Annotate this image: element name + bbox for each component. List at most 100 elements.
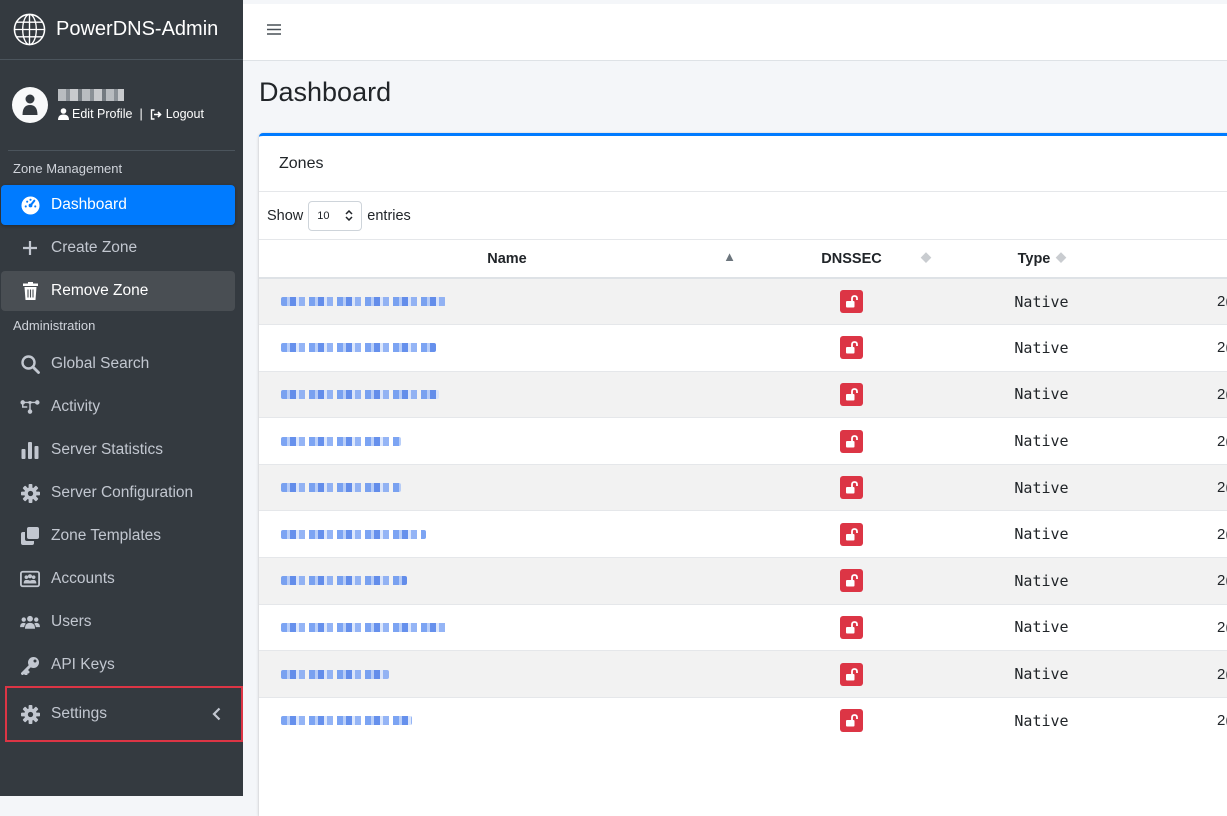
zone-name-link-redacted[interactable] (281, 716, 412, 726)
zone-type-cell: Native (949, 417, 1134, 465)
nav-item-api-keys[interactable]: API Keys (1, 645, 235, 685)
link-separator: | (139, 107, 143, 121)
dnssec-disabled-button[interactable] (840, 615, 863, 639)
dnssec-disabled-button[interactable] (840, 662, 863, 686)
page-length-select[interactable]: 10 (308, 200, 363, 231)
table-row: Native2( (259, 370, 1227, 418)
show-label: Show (267, 207, 304, 224)
nav-label: Create Zone (51, 239, 138, 256)
zone-type-cell: Native (949, 324, 1134, 372)
nav-label: Remove Zone (51, 282, 149, 299)
dnssec-disabled-button[interactable] (840, 709, 863, 733)
unlock-icon (845, 341, 858, 354)
logout-link[interactable]: Logout (150, 107, 204, 121)
entries-label: entries (367, 207, 411, 224)
dnssec-disabled-button[interactable] (840, 290, 863, 314)
nav-item-activity[interactable]: Activity (1, 387, 235, 427)
nav-label: Server Configuration (51, 484, 194, 501)
nav-label: Activity (51, 398, 101, 415)
zone-name-cell (259, 603, 754, 651)
sort-both-icon: ◆ (1056, 249, 1066, 264)
edit-profile-link[interactable]: Edit Profile (58, 107, 132, 121)
dnssec-disabled-button[interactable] (840, 476, 863, 500)
zone-name-cell (259, 510, 754, 558)
column-header-extra[interactable] (1134, 240, 1227, 279)
dnssec-disabled-button[interactable] (840, 336, 863, 360)
column-header-type[interactable]: Type ◆ (949, 240, 1134, 279)
nav-label: Settings (51, 705, 108, 722)
unlock-icon (845, 714, 858, 727)
dnssec-cell (754, 277, 949, 325)
zone-type-cell: Native (949, 650, 1134, 698)
dnssec-disabled-button[interactable] (840, 569, 863, 593)
table-row: Native2( (259, 603, 1227, 651)
zone-type-cell: Native (949, 370, 1134, 418)
nav-item-accounts[interactable]: Accounts (1, 559, 235, 599)
dnssec-cell (754, 603, 949, 651)
column-header-dnssec[interactable]: DNSSEC ◆ (754, 240, 949, 279)
sort-asc-icon: ▲ (723, 249, 736, 264)
nav-label: Server Statistics (51, 441, 163, 458)
sidebar: PowerDNS-Admin Edit Profile | Logout Zon… (0, 0, 243, 796)
zone-name-link-redacted[interactable] (281, 389, 439, 399)
zone-extra-cell: 2( (1134, 696, 1227, 744)
dnssec-cell (754, 324, 949, 372)
zone-name-link-redacted[interactable] (281, 343, 436, 353)
zone-name-link-redacted[interactable] (281, 297, 446, 307)
zone-name-link-redacted[interactable] (281, 529, 426, 539)
key-icon (20, 656, 39, 675)
nav-item-create-zone[interactable]: Create Zone (1, 228, 235, 268)
nav-label: Global Search (51, 355, 150, 372)
zone-name-cell (259, 650, 754, 698)
nav-item-users[interactable]: Users (1, 602, 235, 642)
zone-type-cell: Native (949, 696, 1134, 744)
edit-profile-label: Edit Profile (72, 107, 133, 121)
table-row: Native2( (259, 650, 1227, 698)
zone-name-link-redacted[interactable] (281, 436, 401, 446)
zone-type-cell: Native (949, 510, 1134, 558)
zone-extra-cell: 2( (1134, 277, 1227, 325)
dnssec-cell (754, 463, 949, 511)
dnssec-disabled-button[interactable] (840, 429, 863, 453)
nav-item-global-search[interactable]: Global Search (1, 344, 235, 384)
logout-label: Logout (165, 107, 204, 121)
zone-type-cell: Native (949, 557, 1134, 605)
dnssec-disabled-button[interactable] (840, 522, 863, 546)
gear-icon (20, 704, 40, 724)
zone-name-link-redacted[interactable] (281, 483, 401, 493)
nav-item-server-statistics[interactable]: Server Statistics (1, 430, 235, 470)
table-row: Native2( (259, 696, 1227, 744)
nav-item-server-configuration[interactable]: Server Configuration (1, 473, 235, 513)
nav-label: Accounts (51, 570, 115, 587)
dnssec-cell (754, 557, 949, 605)
hamburger-menu-icon[interactable] (267, 22, 281, 36)
datatable-length: Show 10 entries (259, 192, 1227, 240)
nav-item-remove-zone[interactable]: Remove Zone (1, 271, 235, 311)
nav-item-zone-templates[interactable]: Zone Templates (1, 516, 235, 556)
brand-link[interactable]: PowerDNS-Admin (0, 0, 243, 60)
zone-name-cell (259, 324, 754, 372)
dnssec-disabled-button[interactable] (840, 382, 863, 406)
nav-item-settings[interactable]: Settings (5, 686, 243, 742)
zone-extra-cell: 2( (1134, 370, 1227, 418)
nav-item-dashboard[interactable]: Dashboard (1, 185, 235, 225)
nav-header-administration: Administration (13, 317, 96, 333)
unlock-icon (845, 527, 858, 541)
user-name-redacted (58, 89, 124, 101)
unlock-icon (845, 434, 858, 448)
zone-extra-cell: 2( (1134, 463, 1227, 511)
card-title: Zones (259, 136, 1227, 192)
zone-name-link-redacted[interactable] (281, 622, 448, 632)
column-header-name[interactable]: Name ▲ (259, 240, 754, 279)
zone-extra-cell: 2( (1134, 324, 1227, 372)
dnssec-cell (754, 650, 949, 698)
zone-name-link-redacted[interactable] (281, 576, 407, 586)
zone-type-cell: Native (949, 277, 1134, 325)
unlock-icon (845, 388, 858, 401)
zone-type-cell: Native (949, 463, 1134, 511)
dnssec-cell (754, 696, 949, 744)
zones-table: Name ▲ DNSSEC ◆ Type ◆ Native2(Native2(N… (259, 240, 1227, 744)
zone-name-link-redacted[interactable] (281, 669, 389, 679)
zone-name-cell (259, 417, 754, 465)
user-icon (22, 94, 38, 115)
